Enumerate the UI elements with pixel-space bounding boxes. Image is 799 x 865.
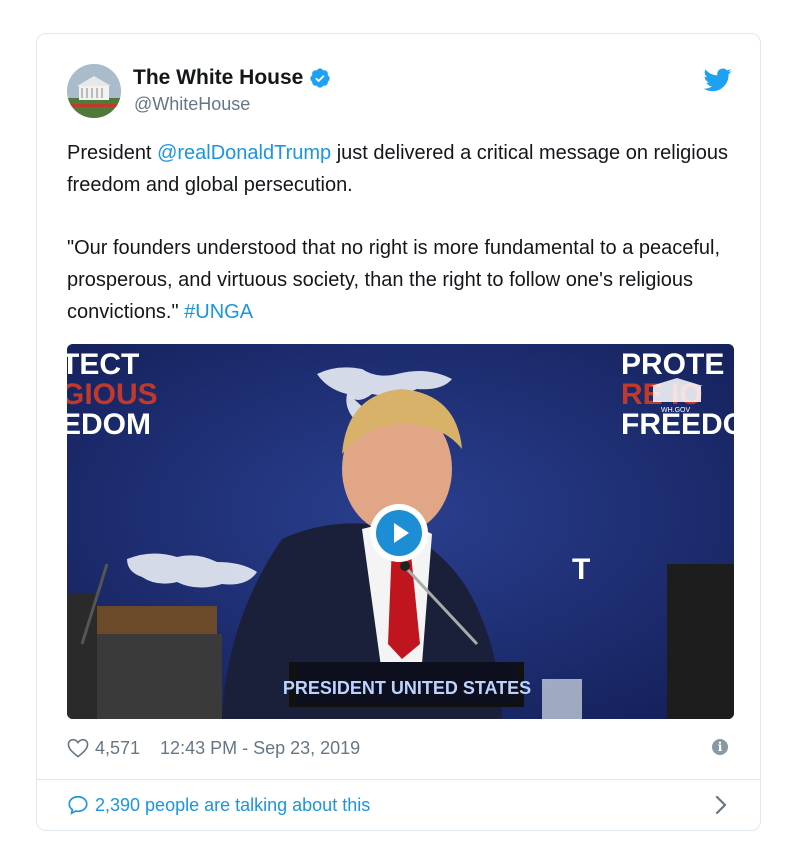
timestamp[interactable]: 12:43 PM - Sep 23, 2019 (160, 738, 360, 759)
twitter-bird-icon[interactable] (704, 68, 732, 92)
backdrop-left-1: TECT (67, 348, 139, 381)
quote-text: "Our founders understood that no right i… (67, 237, 721, 323)
display-name-row[interactable]: The White House (133, 66, 331, 90)
tweet-paragraph-1: President @realDonaldTrump just delivere… (67, 137, 732, 201)
tweet-card: The White House @WhiteHouse President @r… (36, 33, 761, 831)
watermark-text: WH.GOV (661, 407, 690, 414)
heart-icon[interactable] (67, 738, 89, 758)
nameplate: PRESIDENT UNITED STATES (283, 678, 531, 698)
backdrop-left-3: EDOM (67, 408, 151, 441)
video-thumbnail[interactable]: TECT GIOUS EDOM PROTE RE IO FREEDO WH.GO… (67, 344, 734, 719)
backdrop-mid: T (572, 553, 590, 586)
conversation-link[interactable]: 2,390 people are talking about this (67, 790, 370, 820)
avatar[interactable] (67, 64, 121, 118)
text-prefix: President (67, 142, 158, 164)
backdrop-right-1: PROTE (621, 348, 724, 381)
hashtag-link[interactable]: #UNGA (184, 301, 253, 323)
play-icon (376, 510, 422, 556)
like-count[interactable]: 4,571 (95, 738, 140, 759)
tweet-text: President @realDonaldTrump just delivere… (67, 137, 732, 359)
mention-link[interactable]: @realDonaldTrump (157, 142, 331, 164)
display-name[interactable]: The White House (133, 66, 303, 90)
verified-badge-icon (310, 68, 330, 88)
backdrop-left-2: GIOUS (67, 378, 158, 411)
divider (37, 779, 760, 780)
info-icon[interactable]: i (712, 739, 728, 755)
play-button[interactable] (370, 504, 428, 562)
talking-text[interactable]: 2,390 people are talking about this (95, 795, 370, 816)
chevron-right-icon[interactable] (714, 794, 728, 816)
speech-bubble-icon (68, 795, 88, 815)
tweet-paragraph-2: "Our founders understood that no right i… (67, 232, 732, 328)
handle[interactable]: @WhiteHouse (134, 94, 250, 115)
tweet-meta: 4,571 12:43 PM - Sep 23, 2019 (67, 734, 360, 762)
